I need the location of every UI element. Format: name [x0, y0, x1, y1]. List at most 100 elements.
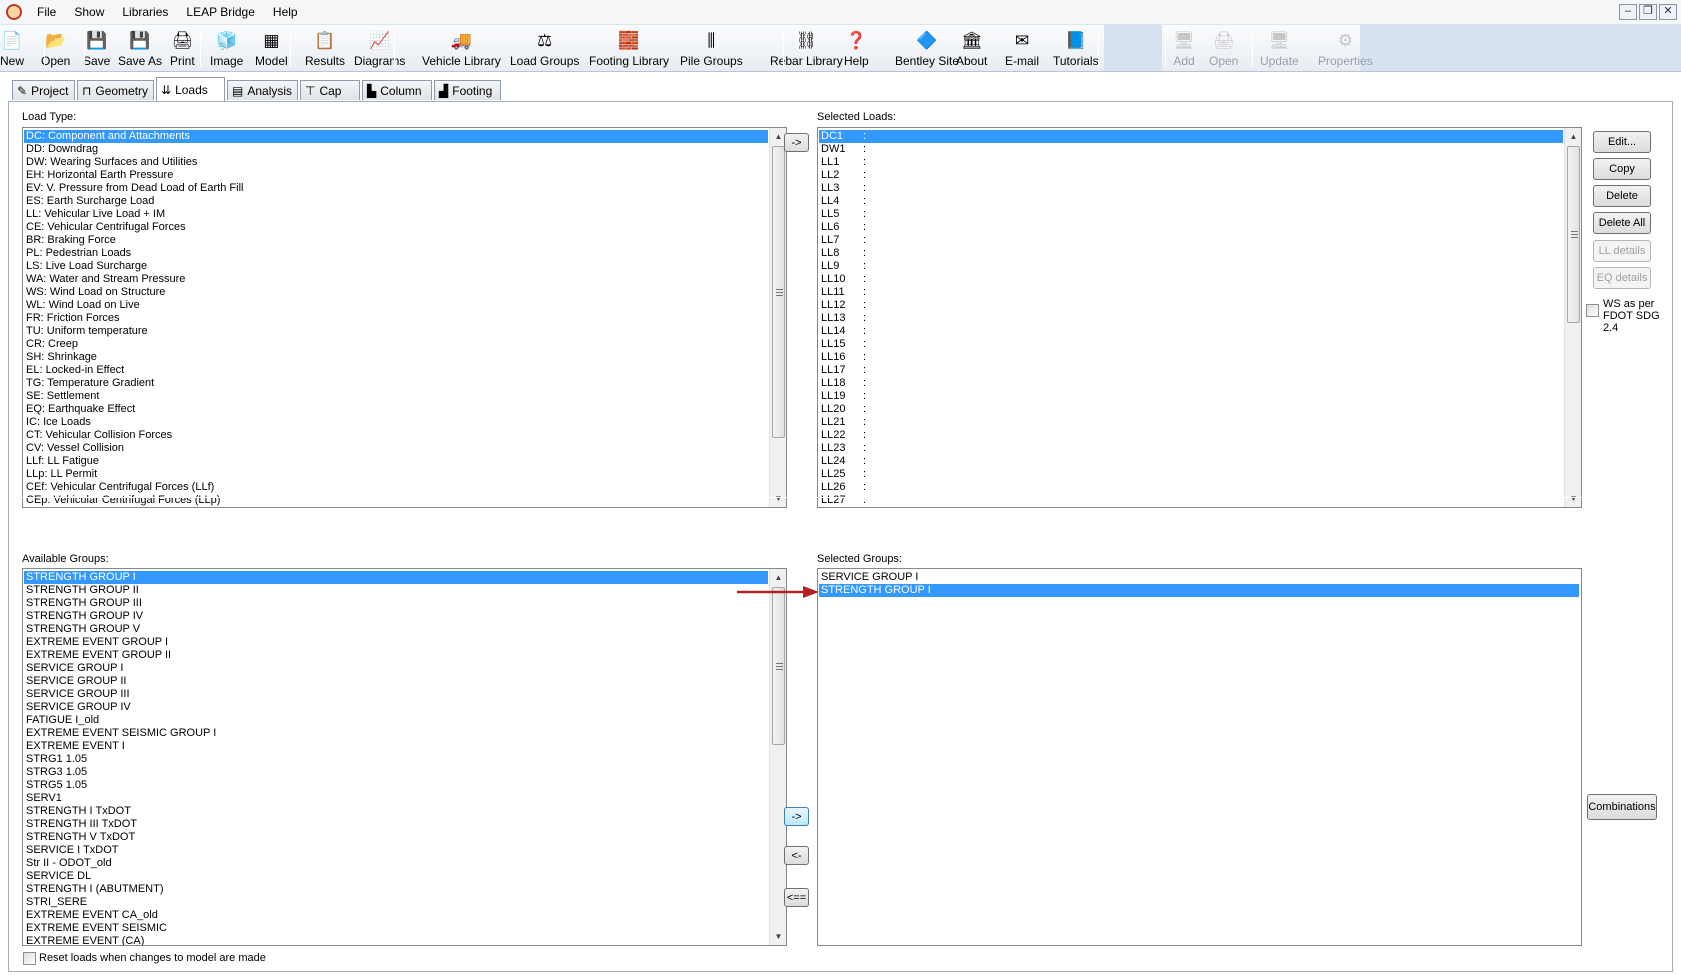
- list-item[interactable]: Str II - ODOT_old: [24, 857, 768, 870]
- list-item[interactable]: LL18:: [819, 377, 1563, 390]
- toolbar-bentley-site-button[interactable]: 🔷 Bentley Site: [895, 27, 959, 70]
- list-item[interactable]: STRG3 1.05: [24, 766, 768, 779]
- list-item[interactable]: EXTREME EVENT SEISMIC GROUP I: [24, 727, 768, 740]
- list-item[interactable]: EV: V. Pressure from Dead Load of Earth …: [24, 182, 768, 195]
- toolbar-rebar-library-button[interactable]: ⛓ Rebar Library: [770, 27, 843, 70]
- menu-show[interactable]: Show: [65, 0, 113, 25]
- list-item[interactable]: LL25:: [819, 468, 1563, 481]
- edit-button[interactable]: Edit...: [1593, 131, 1651, 153]
- toolbar-diagrams-button[interactable]: 📈 Diagrams: [354, 27, 405, 70]
- list-item[interactable]: SERVICE I TxDOT: [24, 844, 768, 857]
- list-item[interactable]: IC: Ice Loads: [24, 416, 768, 429]
- ll-details-button[interactable]: LL details: [1593, 240, 1651, 262]
- toolbar-footing-library-button[interactable]: 🧱 Footing Library: [589, 27, 669, 70]
- menu-file[interactable]: File: [28, 0, 65, 25]
- list-item[interactable]: STRENGTH GROUP IV: [24, 610, 768, 623]
- list-item[interactable]: LL: Vehicular Live Load + IM: [24, 208, 768, 221]
- toolbar-model-button[interactable]: ▦ Model: [255, 27, 288, 70]
- list-item[interactable]: EXTREME EVENT I: [24, 740, 768, 753]
- toolbar-update-button[interactable]: 🖥 Update: [1260, 27, 1299, 70]
- scroll-down-icon[interactable]: ▼: [770, 928, 786, 945]
- toolbar-print-button[interactable]: 🖨 Print: [170, 27, 195, 70]
- list-item[interactable]: BR: Braking Force: [24, 234, 768, 247]
- list-item[interactable]: STRENGTH III TxDOT: [24, 818, 768, 831]
- copy-button[interactable]: Copy: [1593, 158, 1651, 180]
- tab-loads[interactable]: ⇊ Loads: [156, 77, 225, 101]
- list-item[interactable]: SH: Shrinkage: [24, 351, 768, 364]
- scroll-down-icon[interactable]: ▼: [1565, 490, 1581, 507]
- toolbar-open-button[interactable]: 📂 Open: [41, 27, 70, 70]
- list-item[interactable]: DC: Component and Attachments: [24, 130, 768, 143]
- tab-footing[interactable]: ▟ Footing: [434, 80, 501, 100]
- minimize-button[interactable]: –: [1619, 4, 1637, 20]
- list-item[interactable]: ES: Earth Surcharge Load: [24, 195, 768, 208]
- list-item[interactable]: STRENGTH GROUP V: [24, 623, 768, 636]
- selected-loads-list[interactable]: DC1: DW1: LL1: LL2: LL3: LL4: LL5: LL6: LL7: LL8:…: [817, 127, 1582, 508]
- list-item[interactable]: CEf: Vehicular Centrifugal Forces (LLf): [24, 481, 768, 494]
- toolbar-tutorials-button[interactable]: 📘 Tutorials: [1053, 27, 1099, 70]
- add-load-button[interactable]: ->: [784, 133, 809, 152]
- list-item[interactable]: LL7:: [819, 234, 1563, 247]
- tab-project[interactable]: ✎ Project: [12, 80, 75, 100]
- delete-button[interactable]: Delete: [1593, 185, 1651, 207]
- list-item[interactable]: LL20:: [819, 403, 1563, 416]
- list-item[interactable]: TG: Temperature Gradient: [24, 377, 768, 390]
- toolbar-open-button[interactable]: 🖨 Open: [1209, 27, 1238, 70]
- scroll-up-icon[interactable]: ▲: [1565, 128, 1581, 145]
- list-item[interactable]: LL4:: [819, 195, 1563, 208]
- load-type-scrollbar[interactable]: ▲ ▼: [769, 128, 786, 507]
- close-button[interactable]: ✕: [1659, 4, 1677, 20]
- toolbar-results-button[interactable]: 📋 Results: [305, 27, 345, 70]
- list-item[interactable]: EH: Horizontal Earth Pressure: [24, 169, 768, 182]
- list-item[interactable]: LL14:: [819, 325, 1563, 338]
- restore-button[interactable]: ❐: [1639, 4, 1657, 20]
- app-logo-icon[interactable]: [6, 4, 22, 20]
- list-item[interactable]: LL13:: [819, 312, 1563, 325]
- list-item[interactable]: LS: Live Load Surcharge: [24, 260, 768, 273]
- menu-help[interactable]: Help: [264, 0, 307, 25]
- tab-geometry[interactable]: ⊓ Geometry: [77, 80, 154, 100]
- combinations-button[interactable]: Combinations: [1587, 794, 1657, 820]
- list-item[interactable]: EL: Locked-in Effect: [24, 364, 768, 377]
- list-item[interactable]: SERVICE DL: [24, 870, 768, 883]
- list-item[interactable]: LL21:: [819, 416, 1563, 429]
- toolbar-save-as-button[interactable]: 💾 Save As: [118, 27, 162, 70]
- toolbar-vehicle-library-button[interactable]: 🚚 Vehicle Library: [422, 27, 501, 70]
- scroll-thumb[interactable]: [772, 146, 785, 438]
- delete-all-button[interactable]: Delete All: [1593, 212, 1651, 234]
- toolbar-add-button[interactable]: 🖥 Add: [1172, 27, 1196, 70]
- remove-all-groups-button[interactable]: <==: [784, 888, 809, 907]
- toolbar-about-button[interactable]: 🏛 About: [956, 27, 987, 70]
- load-type-list[interactable]: DC: Component and Attachments DD: Downdra…: [22, 127, 787, 508]
- list-item[interactable]: SERVICE GROUP II: [24, 675, 768, 688]
- list-item[interactable]: LL15:: [819, 338, 1563, 351]
- list-item[interactable]: CT: Vehicular Collision Forces: [24, 429, 768, 442]
- list-item[interactable]: LL24:: [819, 455, 1563, 468]
- list-item[interactable]: LLp: LL Permit: [24, 468, 768, 481]
- menu-leap-bridge[interactable]: LEAP Bridge: [177, 0, 264, 25]
- list-item[interactable]: DD: Downdrag: [24, 143, 768, 156]
- list-item[interactable]: SERVICE GROUP III: [24, 688, 768, 701]
- reset-loads-checkbox[interactable]: [23, 952, 36, 965]
- list-item[interactable]: FR: Friction Forces: [24, 312, 768, 325]
- selected-groups-list[interactable]: SERVICE GROUP I STRENGTH GROUP I: [817, 568, 1582, 946]
- list-item[interactable]: LL10:: [819, 273, 1563, 286]
- list-item[interactable]: LL2:: [819, 169, 1563, 182]
- list-item[interactable]: SERV1: [24, 792, 768, 805]
- list-item[interactable]: STRENGTH V TxDOT: [24, 831, 768, 844]
- scroll-up-icon[interactable]: ▲: [770, 569, 786, 586]
- list-item[interactable]: LL19:: [819, 390, 1563, 403]
- menu-libraries[interactable]: Libraries: [113, 0, 177, 25]
- list-item[interactable]: DC1:: [819, 130, 1563, 143]
- list-item[interactable]: CE: Vehicular Centrifugal Forces: [24, 221, 768, 234]
- selected-loads-scrollbar[interactable]: ▲ ▼: [1564, 128, 1581, 507]
- list-item[interactable]: LL22:: [819, 429, 1563, 442]
- list-item[interactable]: LL8:: [819, 247, 1563, 260]
- list-item[interactable]: TU: Uniform temperature: [24, 325, 768, 338]
- toolbar-properties-button[interactable]: ⚙ Properties: [1318, 27, 1373, 70]
- list-item[interactable]: STRI_SERE: [24, 896, 768, 909]
- toolbar-e-mail-button[interactable]: ✉ E-mail: [1005, 27, 1039, 70]
- list-item[interactable]: LL17:: [819, 364, 1563, 377]
- list-item[interactable]: EXTREME EVENT (CA): [24, 935, 768, 945]
- list-item[interactable]: EXTREME EVENT GROUP I: [24, 636, 768, 649]
